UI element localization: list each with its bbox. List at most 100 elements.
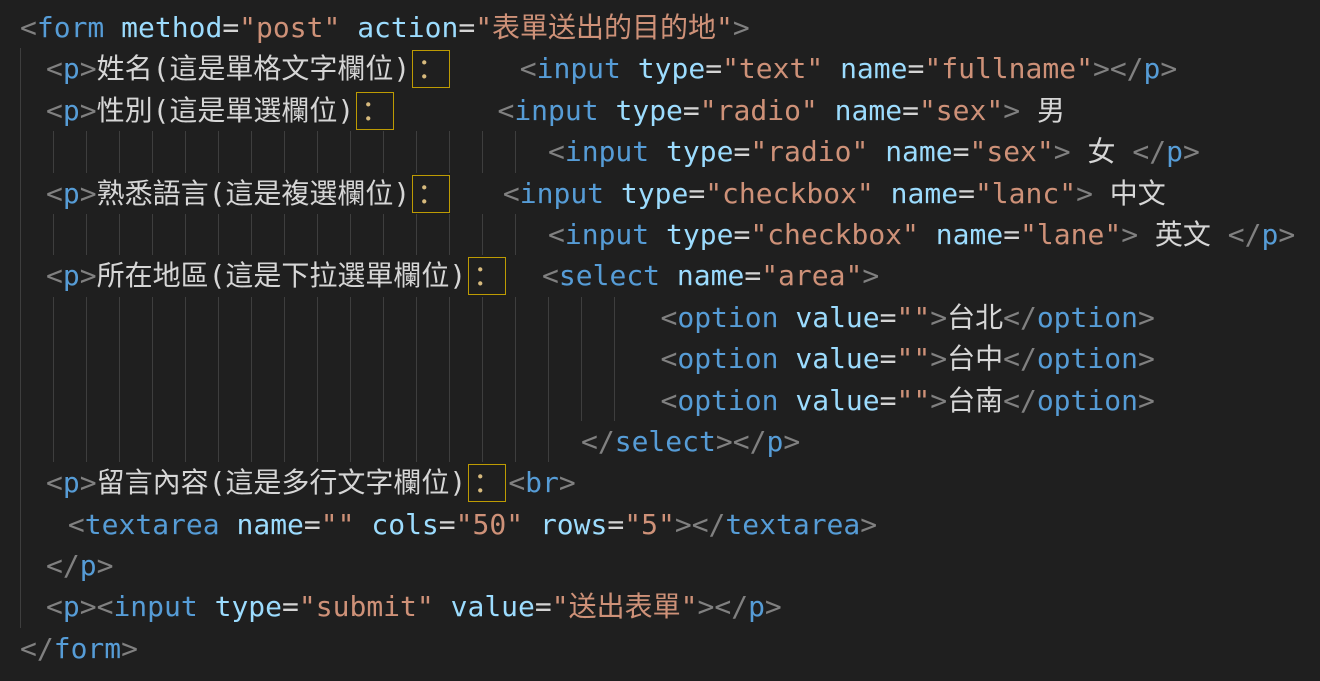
code-line[interactable]: <p>留言內容(這是多行文字欄位)：<br> bbox=[0, 462, 1320, 503]
indent-guide bbox=[152, 297, 185, 338]
equals-token: = bbox=[458, 11, 475, 44]
code-line[interactable]: <option value="">台北</option> bbox=[0, 297, 1320, 338]
tag-name-token: input bbox=[520, 177, 604, 210]
indent-guide bbox=[20, 421, 53, 462]
equals-token: = bbox=[880, 384, 897, 417]
indent-guide bbox=[20, 504, 46, 545]
code-line[interactable]: <option value="">台中</option> bbox=[0, 338, 1320, 379]
tag-name-token: p bbox=[80, 549, 97, 582]
text-token: 女 bbox=[1071, 135, 1133, 168]
tag-name-token: option bbox=[677, 301, 778, 334]
text-token: 姓名(這是單格文字欄位) bbox=[97, 52, 411, 85]
indent-guide bbox=[218, 421, 251, 462]
indent-guide bbox=[581, 297, 614, 338]
code-text: <option value="">台南</option> bbox=[660, 380, 1154, 421]
code-line[interactable]: </form> bbox=[0, 628, 1320, 669]
text-token bbox=[660, 259, 677, 292]
tag-name-token: p bbox=[63, 259, 80, 292]
indent-guide bbox=[482, 380, 515, 421]
punctuation-token: < bbox=[508, 466, 525, 499]
string-token: "" bbox=[321, 508, 355, 541]
attribute-name-token: method bbox=[121, 11, 222, 44]
string-token: "" bbox=[897, 301, 931, 334]
punctuation-token: > bbox=[80, 590, 97, 623]
equals-token: = bbox=[607, 508, 624, 541]
code-line[interactable]: <form method="post" action="表單送出的目的地"> bbox=[0, 7, 1320, 48]
punctuation-token: > bbox=[1054, 135, 1071, 168]
indent-guide bbox=[20, 90, 46, 131]
indent-guide bbox=[350, 338, 383, 379]
tag-name-token: option bbox=[677, 384, 778, 417]
attribute-name-token: name bbox=[835, 94, 902, 127]
indent-guide bbox=[251, 421, 284, 462]
code-line[interactable]: <p>姓名(這是單格文字欄位)： <input type="text" name… bbox=[0, 48, 1320, 89]
code-text: <p>性別(這是單選欄位)： <input type="radio" name=… bbox=[46, 90, 1065, 131]
indent-guide bbox=[515, 131, 548, 172]
text-token bbox=[340, 11, 357, 44]
indent-guide bbox=[119, 338, 152, 379]
indent-guide bbox=[20, 48, 46, 89]
code-text: <p>留言內容(這是多行文字欄位)：<br> bbox=[46, 462, 576, 503]
code-line[interactable]: <p>性別(這是單選欄位)： <input type="radio" name=… bbox=[0, 90, 1320, 131]
indent-guide bbox=[53, 297, 86, 338]
indent-guide bbox=[284, 297, 317, 338]
code-text: <option value="">台北</option> bbox=[660, 297, 1154, 338]
indent-guide bbox=[185, 131, 218, 172]
text-token bbox=[621, 52, 638, 85]
indent-guide bbox=[449, 338, 482, 379]
indent-guide bbox=[53, 338, 86, 379]
equals-token: = bbox=[953, 135, 970, 168]
indent-guide bbox=[20, 545, 46, 586]
punctuation-token: </ bbox=[1003, 384, 1037, 417]
punctuation-token: < bbox=[497, 94, 514, 127]
indent-guide bbox=[383, 421, 416, 462]
attribute-name-token: name bbox=[885, 135, 952, 168]
punctuation-token: < bbox=[503, 177, 520, 210]
attribute-name-token: name bbox=[677, 259, 744, 292]
punctuation-token: </ bbox=[46, 549, 80, 582]
indent-guide bbox=[449, 131, 482, 172]
punctuation-token: < bbox=[548, 135, 565, 168]
indent-guide bbox=[185, 338, 218, 379]
code-line[interactable]: <p>所在地區(這是下拉選單欄位)： <select name="area"> bbox=[0, 255, 1320, 296]
tag-name-token: option bbox=[1037, 384, 1138, 417]
text-token: 所在地區(這是下拉選單欄位) bbox=[97, 259, 467, 292]
indent-guide bbox=[482, 297, 515, 338]
punctuation-token: </ bbox=[692, 508, 726, 541]
tag-name-token: p bbox=[63, 94, 80, 127]
punctuation-token: < bbox=[46, 590, 63, 623]
punctuation-token: > bbox=[80, 177, 97, 210]
code-line[interactable]: <p><input type="submit" value="送出表單"></p… bbox=[0, 586, 1320, 627]
equals-token: = bbox=[222, 11, 239, 44]
tag-name-token: p bbox=[1144, 52, 1161, 85]
indent-guide bbox=[218, 297, 251, 338]
tag-name-token: option bbox=[1037, 301, 1138, 334]
text-token bbox=[604, 177, 621, 210]
code-line[interactable]: </p> bbox=[0, 545, 1320, 586]
code-text: <p>姓名(這是單格文字欄位)： <input type="text" name… bbox=[46, 48, 1177, 89]
indent-guide bbox=[383, 131, 416, 172]
indent-guide bbox=[53, 421, 86, 462]
punctuation-token: > bbox=[697, 590, 714, 623]
equals-token: = bbox=[304, 508, 321, 541]
code-line[interactable]: <option value="">台南</option> bbox=[0, 380, 1320, 421]
indent-guide bbox=[218, 380, 251, 421]
indent-guide bbox=[416, 421, 449, 462]
attribute-name-token: value bbox=[451, 590, 535, 623]
punctuation-token: > bbox=[1076, 177, 1093, 210]
code-editor[interactable]: <form method="post" action="表單送出的目的地"><p… bbox=[0, 0, 1320, 681]
indent-guide bbox=[152, 421, 185, 462]
text-token bbox=[779, 342, 796, 375]
code-line[interactable]: <p>熟悉語言(這是複選欄位)： <input type="checkbox" … bbox=[0, 173, 1320, 214]
punctuation-token: </ bbox=[581, 425, 615, 458]
punctuation-token: > bbox=[1183, 135, 1200, 168]
indent-guide bbox=[482, 214, 515, 255]
code-line[interactable]: </select></p> bbox=[0, 421, 1320, 462]
tag-name-token: input bbox=[537, 52, 621, 85]
attribute-name-token: name bbox=[236, 508, 303, 541]
code-text: <option value="">台中</option> bbox=[660, 338, 1154, 379]
code-line[interactable]: <textarea name="" cols="50" rows="5"></t… bbox=[0, 504, 1320, 545]
indent-guide bbox=[20, 131, 53, 172]
code-line[interactable]: <input type="radio" name="sex"> 女 </p> bbox=[0, 131, 1320, 172]
code-line[interactable]: <input type="checkbox" name="lane"> 英文 <… bbox=[0, 214, 1320, 255]
